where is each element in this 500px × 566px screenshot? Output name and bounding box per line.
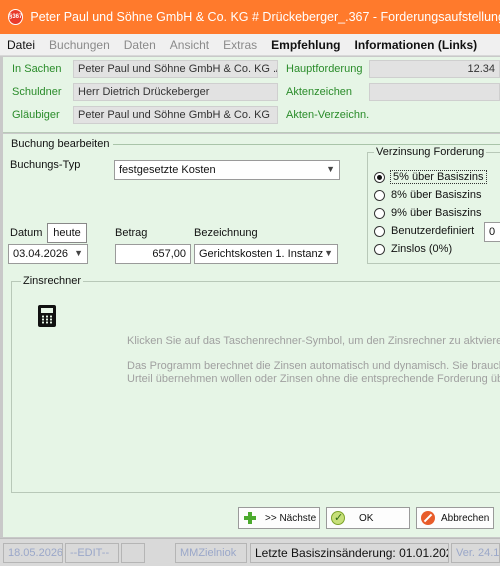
menu-ansicht[interactable]: Ansicht [163,38,216,52]
verzinsung-title: Verzinsung Forderung [374,146,487,158]
menu-buchungen[interactable]: Buchungen [42,38,117,52]
plus-icon [243,511,257,525]
section-divider [113,144,500,145]
status-basiszins: Letzte Basiszinsänderung: 01.01.2026 [250,543,449,563]
menu-empfehlung[interactable]: Empfehlung [264,38,347,52]
radio-icon [374,243,385,255]
radio-benutzerdefiniert[interactable]: Benutzerdefiniert [374,225,474,237]
status-date: 18.05.2026 [3,543,63,563]
datum-select[interactable]: 03.04.2026 ▼ [8,244,88,264]
buchung-bearbeiten-title: Buchung bearbeiten [11,138,110,150]
glaeubiger-label: Gläubiger [12,109,60,121]
in-sachen-label: In Sachen [12,63,62,75]
naechste-button-label: >> Nächste [265,512,317,524]
window-title: Peter Paul und Söhne GmbH & Co. KG # Drü… [30,10,500,24]
aktenzeichen-label: Aktenzeichen [286,86,353,98]
menu-datei[interactable]: Datei [0,38,42,52]
verzinsung-group: Verzinsung Forderung 5% über Basiszins 8… [367,146,500,264]
title-bar: §367 Peter Paul und Söhne GmbH & Co. KG … [0,0,500,34]
radio-zinslos-label: Zinslos (0%) [391,243,453,255]
datum-value: 03.04.2026 [13,248,69,260]
menu-daten[interactable]: Daten [117,38,163,52]
zinsrechner-title: Zinsrechner [21,275,84,287]
radio-9-prozent[interactable]: 9% über Basiszins [374,207,482,219]
status-empty [121,543,145,563]
bezeichnung-select[interactable]: Gerichtskosten 1. Instanz ▼ [194,244,338,264]
status-mode: --EDIT-- [65,543,119,563]
radio-icon [374,189,385,201]
status-bar: 18.05.2026 --EDIT-- MMZielniok Letzte Ba… [0,538,500,566]
calculator-hint-3: Urteil übernehmen wollen oder Zinsen ohn… [127,373,500,385]
radio-5-prozent-label: 5% über Basiszins [390,170,487,184]
radio-icon [374,207,385,219]
radio-icon [374,225,385,237]
abbrechen-button-label: Abbrechen [441,512,490,524]
chevron-down-icon: ▼ [326,164,335,174]
chevron-down-icon: ▼ [324,248,333,258]
hauptforderung-field: 12.34 [369,60,500,78]
akten-verzeichn-label: Akten-Verzeichn. [286,109,370,121]
custom-rate-input[interactable]: 0 [484,222,500,242]
buchungs-typ-value: festgesetzte Kosten [119,164,216,176]
ok-button-label: OK [359,512,374,524]
naechste-button[interactable]: >> Nächste [238,507,320,529]
radio-5-prozent[interactable]: 5% über Basiszins [374,170,487,184]
radio-8-prozent[interactable]: 8% über Basiszins [374,189,482,201]
cancel-icon [421,511,435,525]
datum-label: Datum [10,227,43,239]
chevron-down-icon: ▼ [74,248,83,258]
schuldner-label: Schuldner [12,86,62,98]
heute-button[interactable]: heute [47,223,87,243]
status-version: Ver. 24.1. [451,543,500,563]
ok-button[interactable]: OK [326,507,410,529]
aktenzeichen-field [369,83,500,101]
hauptforderung-label: Hauptforderung [286,63,363,75]
radio-9-prozent-label: 9% über Basiszins [391,207,482,219]
case-info-panel: In Sachen Peter Paul und Söhne GmbH & Co… [3,57,500,133]
betrag-input[interactable]: 657,00 [115,244,191,264]
booking-panel: Buchung bearbeiten Buchungs-Typ festgese… [3,134,500,537]
abbrechen-button[interactable]: Abbrechen [416,507,494,529]
betrag-label: Betrag [115,227,148,239]
calculator-hint-2: Das Programm berechnet die Zinsen automa… [127,360,500,372]
radio-checked-icon [374,171,385,183]
menu-bar: Datei Buchungen Daten Ansicht Extras Emp… [0,34,500,56]
calculator-icon[interactable] [38,305,56,327]
app-logo-icon: §367 [8,9,24,25]
calculator-hint-1: Klicken Sie auf das Taschenrechner-Symbo… [127,335,500,347]
bezeichnung-value: Gerichtskosten 1. Instanz [199,248,324,260]
menu-informationen[interactable]: Informationen (Links) [347,38,484,52]
zinsrechner-group: Zinsrechner Klicken Sie auf das Taschenr… [11,275,500,493]
glaeubiger-field: Peter Paul und Söhne GmbH & Co. KG [73,106,278,124]
bezeichnung-label: Bezeichnung [194,227,258,239]
buchungs-typ-select[interactable]: festgesetzte Kosten ▼ [114,160,340,180]
radio-8-prozent-label: 8% über Basiszins [391,189,482,201]
schuldner-field: Herr Dietrich Drückeberger [73,83,278,101]
menu-extras[interactable]: Extras [216,38,264,52]
radio-zinslos[interactable]: Zinslos (0%) [374,243,452,255]
checkmark-icon [331,511,345,525]
in-sachen-field: Peter Paul und Söhne GmbH & Co. KG ./. [73,60,278,78]
status-user: MMZielniok [175,543,247,563]
buchungs-typ-label: Buchungs-Typ [10,159,81,171]
radio-benutzerdefiniert-label: Benutzerdefiniert [391,225,475,237]
